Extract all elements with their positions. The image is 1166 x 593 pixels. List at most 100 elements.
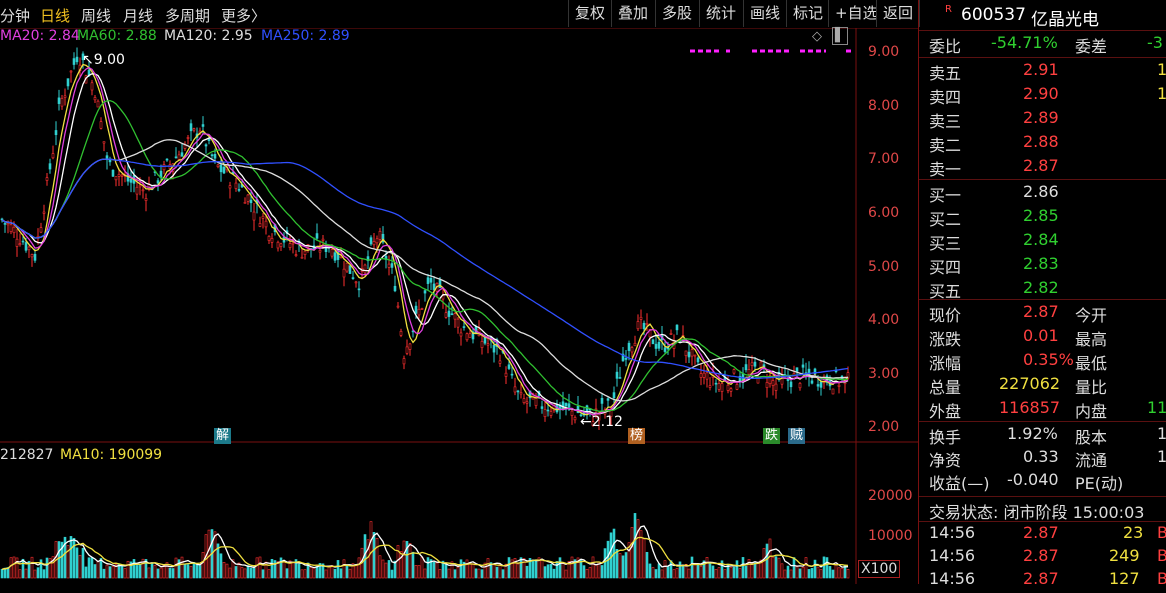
price-tick: 8.00: [868, 98, 900, 114]
volume-bar: [804, 557, 808, 579]
tab-multi-period[interactable]: 多周期: [165, 5, 210, 26]
statistics-button[interactable]: 统计: [699, 0, 742, 27]
candle-body: [141, 189, 145, 192]
volume-bar: [474, 568, 478, 579]
volume-bar: [432, 561, 436, 579]
candle-body: [654, 343, 658, 349]
volume-bar: [600, 565, 604, 579]
volume-bar: [570, 556, 574, 579]
volume-bar: [126, 560, 130, 579]
candle-body: [318, 249, 322, 253]
candle-body: [705, 372, 709, 380]
quote-label: 涨跌: [929, 330, 962, 349]
candle-body: [732, 369, 736, 374]
back-button[interactable]: 返回: [876, 0, 921, 27]
candle-body: [111, 169, 115, 177]
volume-bar: [540, 559, 544, 579]
quote-row: 外盘 116857 内盘 11: [919, 398, 1166, 422]
volume-bar: [297, 563, 301, 579]
diamond-icon[interactable]: ◇: [812, 29, 822, 44]
volume-bar: [285, 568, 289, 579]
candle-body: [561, 401, 565, 410]
event-marker-unlock[interactable]: 解: [214, 428, 232, 444]
candle-body: [810, 380, 814, 384]
tab-minute[interactable]: 分钟: [0, 5, 30, 26]
ma5-line: [1, 63, 849, 416]
candle-body: [570, 410, 574, 416]
mark-button[interactable]: 标记: [786, 0, 829, 27]
quote-label-2: 内盘: [1075, 402, 1108, 421]
volume-bar: [42, 569, 46, 579]
candle-body: [252, 211, 256, 221]
tab-weekly[interactable]: 周线: [81, 5, 111, 26]
candle-body: [213, 154, 217, 159]
candle-body: [816, 384, 820, 387]
candle-body: [546, 409, 550, 412]
candle-body: [819, 381, 823, 388]
kline-chart[interactable]: [0, 28, 918, 584]
panel-toggle-icon[interactable]: ▌: [832, 27, 848, 45]
candle-body: [114, 176, 118, 181]
tab-more[interactable]: 更多〉: [221, 5, 266, 26]
event-marker-board[interactable]: 榜: [628, 428, 646, 444]
high-annotation: ↖9.00: [82, 52, 125, 68]
volume-bar: [309, 566, 313, 579]
candle-body: [606, 398, 610, 401]
volume-bar: [312, 567, 316, 579]
overlay-button[interactable]: 叠加: [611, 0, 654, 27]
volume-bar: [663, 560, 667, 579]
volume-bar: [315, 566, 319, 579]
volume-bar: [588, 567, 592, 579]
candle-body: [237, 189, 241, 191]
price-tick: 5.00: [868, 259, 900, 275]
multi-stock-button[interactable]: 多股: [655, 0, 698, 27]
volume-bar: [501, 569, 505, 579]
bid-label: 买二: [929, 210, 962, 229]
candle-body: [468, 333, 472, 338]
candle-body: [774, 383, 778, 391]
ask-label: 卖四: [929, 88, 962, 107]
volume-bar: [18, 569, 22, 579]
volume-bar: [255, 557, 259, 579]
tab-daily[interactable]: 日线: [40, 5, 70, 26]
volume-bar: [693, 562, 697, 579]
volume-bar: [723, 569, 727, 579]
draw-line-button[interactable]: 画线: [743, 0, 786, 27]
candle-body: [222, 166, 226, 174]
weicha-value: -3: [1147, 33, 1163, 52]
tab-monthly[interactable]: 月线: [123, 5, 153, 26]
volume-bar: [108, 566, 112, 579]
volume-bar: [648, 563, 652, 579]
tick-volume: 249: [1109, 546, 1140, 565]
candle-body: [291, 242, 295, 245]
ma250-line: [1, 158, 849, 379]
event-marker-fall[interactable]: 跌: [763, 428, 781, 444]
volume-bar: [246, 565, 250, 579]
ask-price: 2.91: [1023, 60, 1059, 79]
candle-body: [144, 198, 148, 201]
trade-status: 交易状态: 闭市阶段 15:00:03: [929, 503, 1145, 522]
candle-body: [9, 224, 13, 232]
volume-bar: [345, 565, 349, 579]
volume-bar: [654, 569, 658, 579]
volume-bar: [399, 551, 403, 579]
candle-body: [204, 144, 208, 147]
candle-body: [549, 411, 553, 416]
candle-body: [99, 121, 103, 129]
volume-bar: [645, 551, 649, 579]
volume-bar: [138, 563, 142, 579]
volume-bar: [525, 565, 529, 579]
volume-bar: [6, 567, 10, 579]
candle-body: [345, 262, 349, 272]
ma-lines: [1, 63, 849, 416]
event-marker-thief[interactable]: 贼: [788, 428, 806, 444]
volume-bar: [33, 569, 37, 579]
volume-bar: [3, 567, 7, 579]
adjust-button[interactable]: 复权: [568, 0, 611, 27]
candle-body: [261, 215, 265, 219]
quote-label: 涨幅: [929, 354, 962, 373]
volume-bar: [78, 554, 82, 579]
volume-bar: [147, 567, 151, 579]
volume-bar: [798, 568, 802, 579]
candle-body: [627, 342, 631, 351]
